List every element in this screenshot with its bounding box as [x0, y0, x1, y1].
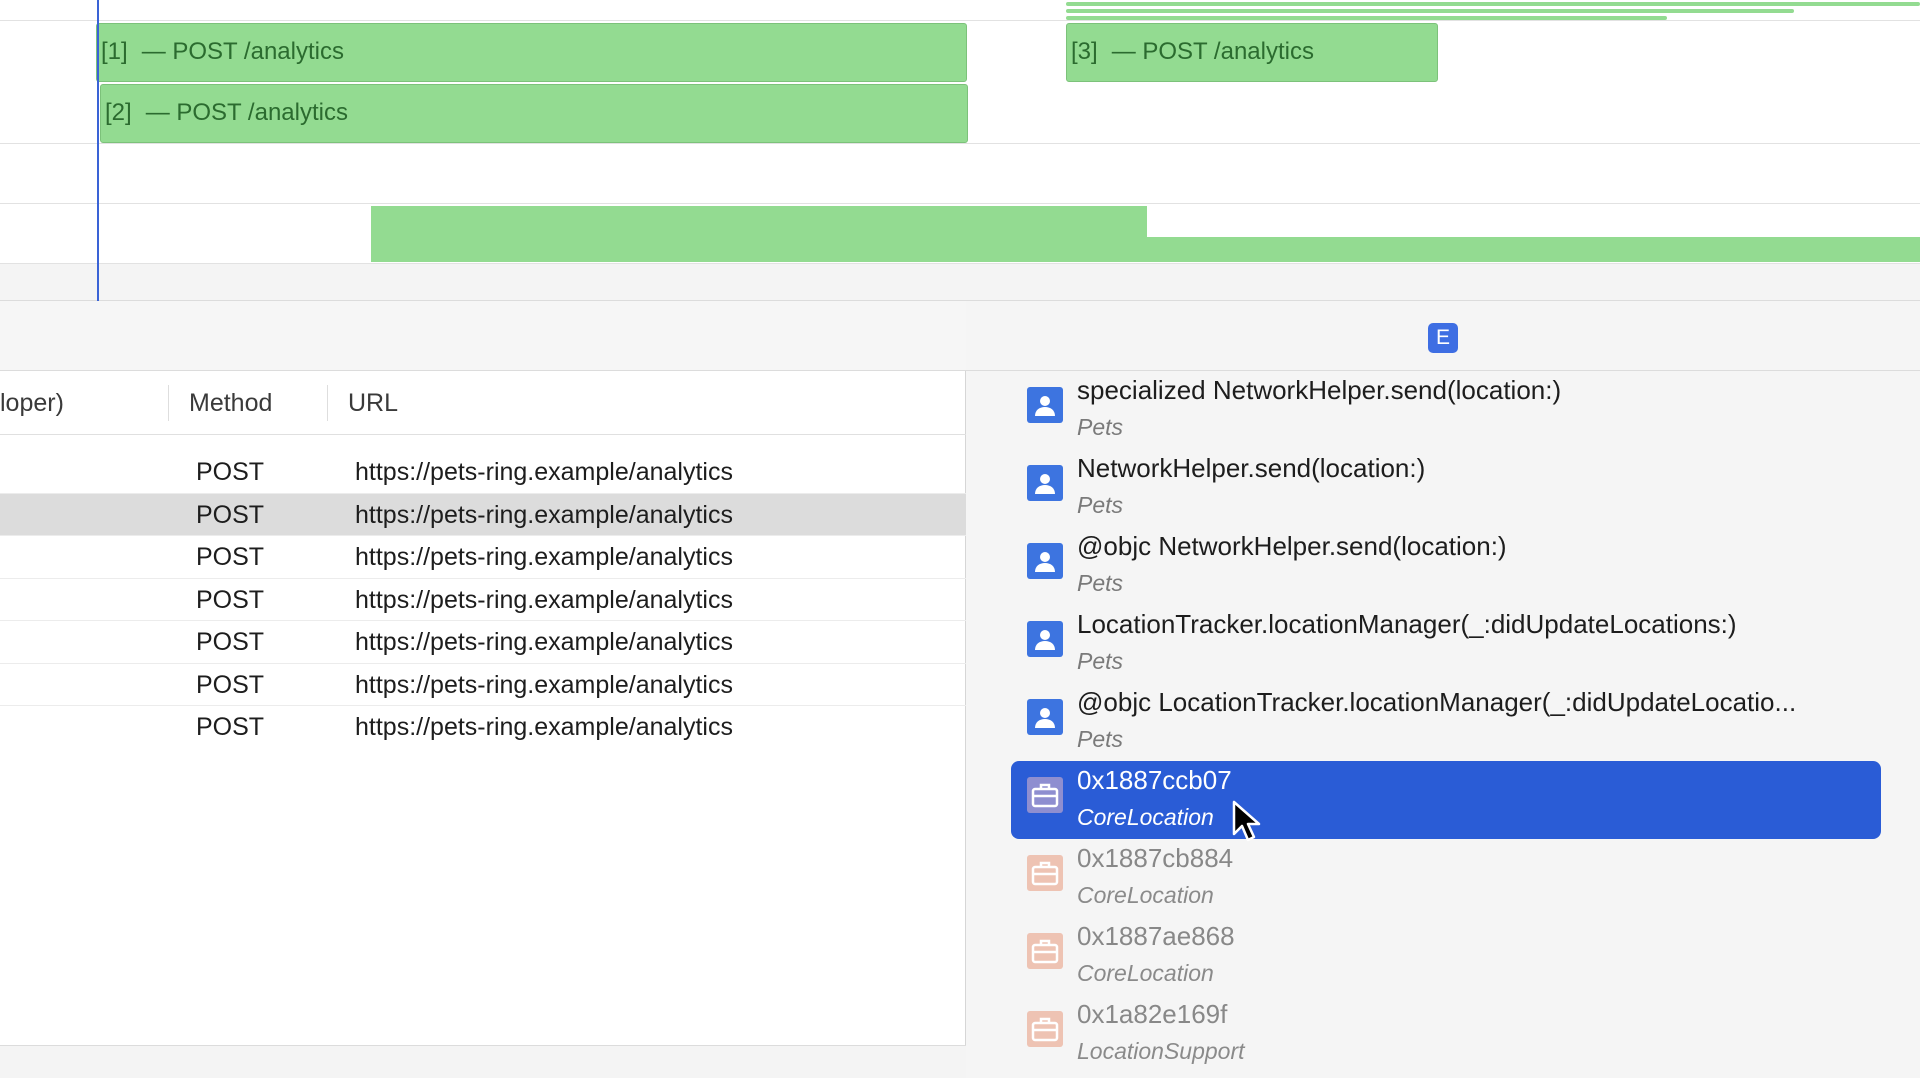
- user-code-icon: [1027, 699, 1063, 735]
- frame-symbol: 0x1887ae868: [1077, 921, 1235, 951]
- mouse-cursor-icon: [1232, 800, 1261, 842]
- frame-module: Pets: [1077, 492, 1124, 518]
- frame-symbol: LocationTracker.locationManager(_:didUpd…: [1077, 609, 1737, 639]
- table-row[interactable]: POST https://pets-ring.example/analytics: [0, 579, 966, 621]
- frame-module: Pets: [1077, 648, 1124, 674]
- stack-frame[interactable]: 0x1a82e169f LocationSupport: [966, 995, 1920, 1073]
- library-icon: [1027, 1011, 1063, 1047]
- table-row[interactable]: POST https://pets-ring.example/analytics: [0, 536, 966, 579]
- timeline-footer: [0, 263, 1920, 301]
- library-icon: [1027, 855, 1063, 891]
- interval-index: [2]: [105, 99, 132, 126]
- timeline-interval-bar-2[interactable]: [2] — POST /analytics: [100, 84, 968, 143]
- interval-label: — POST /analytics: [141, 38, 344, 65]
- url-cell: https://pets-ring.example/analytics: [355, 670, 733, 699]
- interval-index: [3]: [1071, 38, 1098, 65]
- timeline-track-area[interactable]: [1] — POST /analytics [2] — POST /analytic…: [0, 0, 1920, 301]
- table-row[interactable]: POST https://pets-ring.example/analytics: [0, 621, 966, 664]
- method-cell: POST: [196, 670, 265, 699]
- timeline-activity-block[interactable]: [371, 206, 1147, 262]
- stack-frame[interactable]: 0x1887cb884 CoreLocation: [966, 839, 1920, 917]
- table-body: POST https://pets-ring.example/analytics …: [0, 451, 966, 749]
- stack-trace-panel: E specialized NetworkHelper.send(locatio…: [966, 301, 1920, 1078]
- frame-symbol: 0x1887ccb07: [1077, 765, 1232, 795]
- table-row[interactable]: POST https://pets-ring.example/analytics: [0, 451, 966, 494]
- url-cell: https://pets-ring.example/analytics: [355, 628, 733, 656]
- stack-frame[interactable]: 0x1887ae868 CoreLocation: [966, 917, 1920, 995]
- frame-symbol: NetworkHelper.send(location:): [1077, 453, 1426, 483]
- user-code-icon: [1027, 465, 1063, 501]
- extended-detail-badge[interactable]: E: [1428, 323, 1458, 353]
- user-code-icon: [1027, 621, 1063, 657]
- frame-module: Pets: [1077, 726, 1124, 752]
- column-header-method[interactable]: Method: [189, 371, 272, 435]
- url-cell: https://pets-ring.example/analytics: [355, 500, 733, 529]
- stack-trace-toolbar: E: [966, 301, 1920, 371]
- table-footer: [0, 1045, 966, 1078]
- table-header: loper) Method URL: [0, 371, 966, 435]
- url-cell: https://pets-ring.example/analytics: [355, 543, 733, 571]
- table-row[interactable]: POST https://pets-ring.example/analytics: [0, 664, 966, 706]
- url-cell: https://pets-ring.example/analytics: [355, 585, 733, 614]
- stack-frame-selected[interactable]: 0x1887ccb07 CoreLocation: [966, 761, 1920, 839]
- stack-frame[interactable]: LocationTracker.locationManager(_:didUpd…: [966, 605, 1920, 683]
- frame-module: CoreLocation: [1077, 960, 1214, 986]
- timeline-interval-bar-1[interactable]: [1] — POST /analytics: [96, 23, 967, 82]
- method-cell: POST: [196, 628, 265, 656]
- timeline-activity-block[interactable]: [1146, 237, 1920, 262]
- method-cell: POST: [196, 500, 265, 529]
- frame-symbol: @objc NetworkHelper.send(location:): [1077, 531, 1507, 561]
- frame-module: CoreLocation: [1077, 804, 1214, 830]
- interval-label: — POST /analytics: [145, 99, 348, 126]
- method-cell: POST: [196, 585, 265, 614]
- stack-frame[interactable]: NetworkHelper.send(location:) Pets: [966, 449, 1920, 527]
- user-code-icon: [1027, 543, 1063, 579]
- stack-frame[interactable]: specialized NetworkHelper.send(location:…: [966, 371, 1920, 449]
- column-separator[interactable]: [327, 385, 328, 421]
- library-icon: [1027, 933, 1063, 969]
- frame-module: LocationSupport: [1077, 1038, 1245, 1064]
- method-cell: POST: [196, 713, 265, 741]
- url-cell: https://pets-ring.example/analytics: [355, 713, 733, 741]
- timeline-interval-bar-3[interactable]: [3] — POST /analytics: [1066, 23, 1438, 82]
- frame-symbol: specialized NetworkHelper.send(location:…: [1077, 375, 1562, 405]
- table-row-selected[interactable]: POST https://pets-ring.example/analytics: [0, 493, 966, 536]
- url-cell: https://pets-ring.example/analytics: [355, 458, 733, 486]
- timeline-interval-thin[interactable]: [1066, 16, 1667, 20]
- timeline-interval-thin[interactable]: [1066, 2, 1920, 6]
- method-cell: POST: [196, 458, 265, 486]
- track-divider: [0, 203, 1920, 204]
- frame-symbol: 0x1887cb884: [1077, 843, 1234, 873]
- frame-symbol: 0x1a82e169f: [1077, 999, 1228, 1029]
- frame-module: CoreLocation: [1077, 882, 1214, 908]
- table-toolbar: [0, 301, 966, 371]
- timeline-interval-thin[interactable]: [1066, 9, 1794, 13]
- stack-frame-list: specialized NetworkHelper.send(location:…: [966, 371, 1920, 1073]
- interval-index: [1]: [101, 38, 128, 65]
- frame-module: Pets: [1077, 414, 1124, 440]
- library-icon: [1027, 777, 1063, 813]
- table-row[interactable]: POST https://pets-ring.example/analytics: [0, 706, 966, 749]
- track-divider: [0, 143, 1920, 144]
- method-cell: POST: [196, 543, 265, 571]
- column-header-developer[interactable]: loper): [0, 371, 64, 435]
- stack-frame[interactable]: @objc LocationTracker.locationManager(_:…: [966, 683, 1920, 761]
- playhead[interactable]: [97, 0, 99, 301]
- user-code-icon: [1027, 387, 1063, 423]
- column-separator[interactable]: [168, 385, 169, 421]
- requests-table-panel: loper) Method URL POST https://pets-ring.…: [0, 301, 966, 1078]
- frame-symbol: @objc LocationTracker.locationManager(_:…: [1077, 687, 1797, 717]
- frame-module: Pets: [1077, 570, 1124, 596]
- column-header-url[interactable]: URL: [348, 371, 398, 435]
- interval-label: — POST /analytics: [1111, 38, 1314, 65]
- stack-frame[interactable]: @objc NetworkHelper.send(location:) Pets: [966, 527, 1920, 605]
- track-divider: [0, 20, 1920, 21]
